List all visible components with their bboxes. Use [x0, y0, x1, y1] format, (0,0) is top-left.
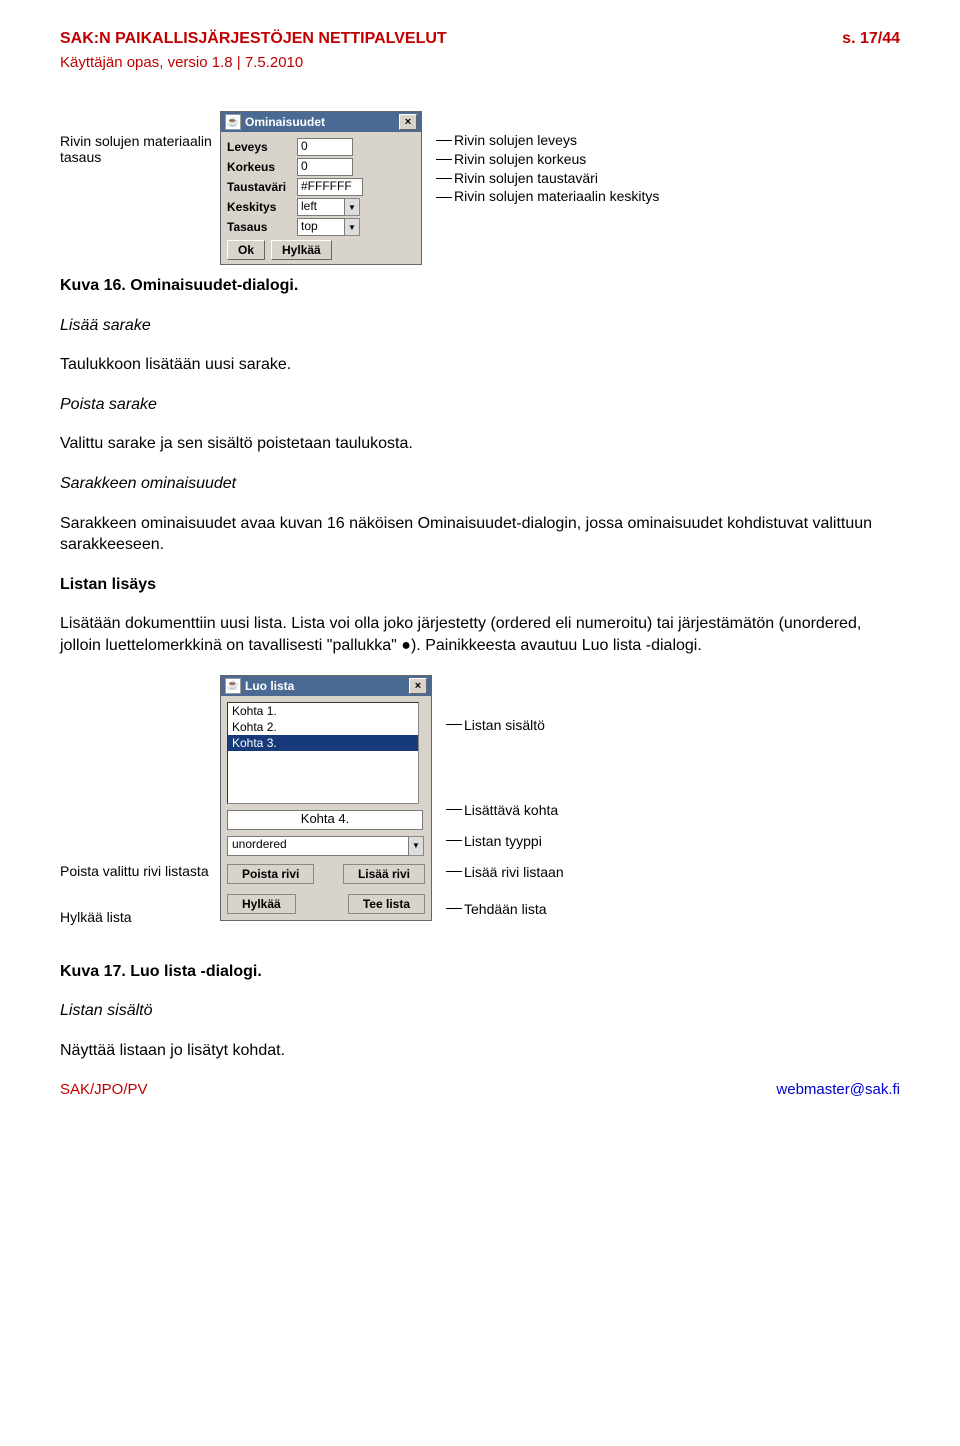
caption-fig17: Kuva 17. Luo lista -dialogi.: [60, 961, 900, 983]
label-taustavari: Taustaväri: [227, 180, 297, 194]
annotation-listan-tyyppi: Listan tyyppi: [464, 831, 564, 852]
heading-listan-lisays: Listan lisäys: [60, 574, 900, 596]
annotation-korkeus: Rivin solujen korkeus: [454, 150, 659, 169]
input-leveys[interactable]: 0: [297, 138, 353, 156]
footer-email: webmaster@sak.fi: [776, 1081, 900, 1098]
annotation-listan-sisalto: Listan sisältö: [464, 715, 564, 736]
input-new-item[interactable]: Kohta 4.: [227, 810, 423, 830]
figure-luo-lista: Poista valittu rivi listasta Hylkää list…: [60, 675, 900, 951]
annotation-poista-rivi: Poista valittu rivi listasta: [60, 863, 220, 879]
label-keskitys: Keskitys: [227, 200, 297, 214]
annotation-lisaa-rivi: Lisää rivi listaan: [464, 862, 564, 883]
list-items[interactable]: Kohta 1. Kohta 2. Kohta 3.: [227, 702, 419, 804]
para-listan-lisays: Lisätään dokumenttiin uusi lista. Lista …: [60, 613, 900, 656]
annotation-leveys: Rivin solujen leveys: [454, 131, 659, 150]
para-sarakkeen-ominaisuudet: Sarakkeen ominaisuudet avaa kuvan 16 näk…: [60, 513, 900, 556]
heading-sarakkeen-ominaisuudet: Sarakkeen ominaisuudet: [60, 473, 900, 495]
annotation-tehdaan-lista: Tehdään lista: [464, 899, 564, 920]
heading-lisaa-sarake: Lisää sarake: [60, 315, 900, 337]
annotation-taustavari: Rivin solujen taustaväri: [454, 169, 659, 188]
annotation-keskitys: Rivin solujen materiaalin keskitys: [454, 188, 659, 204]
input-taustavari[interactable]: #FFFFFF: [297, 178, 363, 196]
ominaisuudet-dialog: ☕ Ominaisuudet × Leveys 0 Korkeus 0 Taus…: [220, 111, 422, 265]
page-number: s. 17/44: [842, 30, 900, 48]
annotation-lisattava-kohta: Lisättävä kohta: [464, 800, 564, 821]
java-icon: ☕: [225, 114, 241, 130]
hylkaa-button[interactable]: Hylkää: [227, 894, 296, 914]
list-item-selected[interactable]: Kohta 3.: [228, 735, 418, 751]
poista-rivi-button[interactable]: Poista rivi: [227, 864, 314, 884]
input-korkeus[interactable]: 0: [297, 158, 353, 176]
close-icon[interactable]: ×: [409, 678, 427, 694]
close-icon[interactable]: ×: [399, 114, 417, 130]
fig1-left-annotation: Rivin solujen materiaalin tasaus: [60, 111, 220, 165]
para-poista-sarake: Valittu sarake ja sen sisältö poistetaan…: [60, 433, 900, 455]
list-item[interactable]: Kohta 2.: [228, 719, 418, 735]
luo-lista-dialog: ☕ Luo lista × Kohta 1. Kohta 2. Kohta 3.…: [220, 675, 432, 921]
heading-poista-sarake: Poista sarake: [60, 394, 900, 416]
doc-title: SAK:N PAIKALLISJÄRJESTÖJEN NETTIPALVELUT: [60, 30, 447, 48]
chevron-down-icon[interactable]: ▼: [345, 218, 360, 236]
list-item[interactable]: Kohta 1.: [228, 703, 418, 719]
para-listan-sisalto: Näyttää listaan jo lisätyt kohdat.: [60, 1040, 900, 1062]
figure-ominaisuudet: Rivin solujen materiaalin tasaus ☕ Omina…: [60, 111, 900, 265]
label-leveys: Leveys: [227, 140, 297, 154]
chevron-down-icon[interactable]: ▼: [345, 198, 360, 216]
java-icon: ☕: [225, 678, 241, 694]
annotation-hylkaa-lista: Hylkää lista: [60, 909, 220, 925]
para-lisaa-sarake: Taulukkoon lisätään uusi sarake.: [60, 354, 900, 376]
footer-left: SAK/JPO/PV: [60, 1081, 148, 1098]
caption-fig16: Kuva 16. Ominaisuudet-dialogi.: [60, 275, 900, 297]
label-korkeus: Korkeus: [227, 160, 297, 174]
select-list-type[interactable]: unordered: [227, 836, 409, 856]
heading-listan-sisalto: Listan sisältö: [60, 1000, 900, 1022]
label-tasaus: Tasaus: [227, 220, 297, 234]
ok-button[interactable]: Ok: [227, 240, 265, 260]
select-keskitys[interactable]: left: [297, 198, 345, 216]
dialog-title: Ominaisuudet: [245, 115, 399, 129]
select-tasaus[interactable]: top: [297, 218, 345, 236]
tee-lista-button[interactable]: Tee lista: [348, 894, 425, 914]
lisaa-rivi-button[interactable]: Lisää rivi: [343, 864, 425, 884]
chevron-down-icon[interactable]: ▼: [409, 836, 424, 856]
hylkaa-button[interactable]: Hylkää: [271, 240, 332, 260]
dialog-title: Luo lista: [245, 679, 409, 693]
doc-subtitle: Käyttäjän opas, versio 1.8 | 7.5.2010: [60, 54, 900, 71]
